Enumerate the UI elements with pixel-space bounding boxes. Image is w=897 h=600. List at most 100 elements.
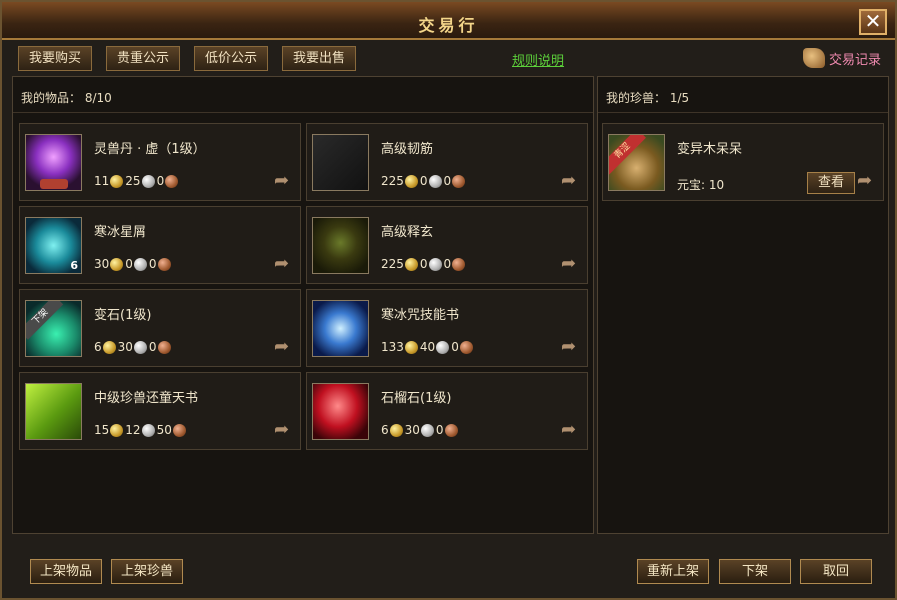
items-count: 8/10	[84, 91, 112, 105]
silver-coin-icon	[420, 423, 434, 437]
item-slot[interactable]: 寒冰咒技能书 133 40 0 ➦	[306, 289, 588, 367]
copper-coin-icon	[444, 423, 458, 437]
items-header: 我的物品： 8/10	[13, 77, 593, 113]
item-name: 中级珍兽还童天书	[94, 391, 199, 406]
dark-tile-icon	[312, 134, 369, 191]
share-arrow-icon[interactable]: ➦	[274, 172, 294, 190]
share-arrow-icon[interactable]: ➦	[274, 255, 294, 273]
copper-coin-icon	[452, 257, 466, 271]
share-arrow-icon[interactable]: ➦	[274, 421, 294, 439]
item-slot[interactable]: 下架 变石(1级) 6 30 0 ➦	[19, 289, 301, 367]
pets-header-label: 我的珍兽：	[606, 91, 667, 105]
item-name: 寒冰星屑	[94, 225, 147, 240]
gold-coin-icon	[110, 174, 124, 188]
trade-record-button[interactable]: 交易记录	[802, 48, 881, 68]
price-copper: 0	[451, 340, 459, 354]
silver-coin-icon	[133, 257, 147, 271]
retrieve-button[interactable]: 取回	[800, 559, 872, 584]
copper-coin-icon	[157, 257, 171, 271]
pets-count: 1/5	[669, 91, 690, 105]
tab-lowprice-notice[interactable]: 低价公示	[194, 46, 269, 71]
tab-sell[interactable]: 我要出售	[282, 46, 357, 71]
share-arrow-icon[interactable]: ➦	[274, 338, 294, 356]
golden-warrior-icon	[312, 217, 369, 274]
item-price: 225 0 0	[381, 174, 467, 188]
pet-price: 元宝: 10	[677, 176, 724, 193]
item-slot[interactable]: 石榴石(1级) 6 30 0 ➦	[306, 372, 588, 450]
crystal-ball-icon	[25, 134, 82, 191]
tab-buy[interactable]: 我要购买	[18, 46, 93, 71]
price-gold: 225	[381, 174, 404, 188]
item-slot[interactable]: 高级释玄 225 0 0 ➦	[306, 206, 588, 284]
item-name: 高级释玄	[381, 225, 434, 240]
gold-coin-icon	[404, 340, 418, 354]
item-name: 变石(1级)	[94, 308, 152, 323]
price-gold: 225	[381, 257, 404, 271]
silver-coin-icon	[436, 340, 450, 354]
item-price: 6 30 0	[94, 340, 173, 354]
price-copper: 0	[443, 174, 452, 188]
title-bar: 交易行 ✕	[2, 2, 895, 40]
scroll-icon	[802, 48, 825, 68]
price-silver: 30	[404, 423, 420, 437]
list-item-button[interactable]: 上架物品	[30, 559, 102, 584]
view-pet-button[interactable]: 查看	[807, 172, 855, 194]
item-slot[interactable]: 中级珍兽还童天书 15 12 50 ➦	[19, 372, 301, 450]
price-copper: 0	[443, 257, 452, 271]
silver-coin-icon	[428, 174, 442, 188]
price-silver: 0	[125, 257, 133, 271]
price-copper: 0	[435, 423, 444, 437]
price-gold: 30	[94, 257, 110, 271]
price-silver: 0	[419, 257, 428, 271]
delist-button[interactable]: 下架	[719, 559, 791, 584]
item-slot[interactable]: 灵兽丹 · 虚（1级） 11 25 0 ➦	[19, 123, 301, 201]
gold-coin-icon	[389, 423, 403, 437]
close-icon[interactable]: ✕	[859, 9, 887, 35]
item-name: 灵兽丹 · 虚（1级）	[94, 142, 206, 157]
price-gold: 6	[381, 423, 389, 437]
window-title: 交易行	[418, 16, 479, 35]
item-price: 133 40 0	[381, 340, 475, 354]
share-arrow-icon[interactable]: ➦	[561, 421, 581, 439]
share-arrow-icon[interactable]: ➦	[561, 338, 581, 356]
silver-coin-icon	[428, 257, 442, 271]
pets-header: 我的珍兽： 1/5	[598, 77, 888, 113]
item-quantity: 6	[70, 259, 78, 272]
red-stone-icon	[312, 383, 369, 440]
price-copper: 50	[156, 423, 172, 437]
price-gold: 133	[381, 340, 404, 354]
yuanbao-value: 10	[708, 178, 725, 192]
copper-coin-icon	[459, 340, 473, 354]
tree-pet-icon: 青涩	[608, 134, 665, 191]
silver-coin-icon	[141, 423, 155, 437]
copper-coin-icon	[172, 423, 186, 437]
item-price: 6 30 0	[381, 423, 460, 437]
share-arrow-icon[interactable]: ➦	[561, 172, 581, 190]
item-slot[interactable]: 6 寒冰星屑 30 0 0 ➦	[19, 206, 301, 284]
relist-button[interactable]: 重新上架	[637, 559, 709, 584]
copper-coin-icon	[157, 340, 171, 354]
gold-coin-icon	[110, 423, 124, 437]
ice-shards-icon: 6	[25, 217, 82, 274]
ice-claw-book-icon	[312, 300, 369, 357]
tab-valuable-notice[interactable]: 贵重公示	[106, 46, 181, 71]
price-gold: 11	[94, 174, 110, 188]
price-gold: 15	[94, 423, 110, 437]
gold-coin-icon	[404, 174, 418, 188]
price-silver: 40	[419, 340, 436, 354]
list-pet-button[interactable]: 上架珍兽	[111, 559, 183, 584]
yuanbao-label: 元宝:	[677, 178, 706, 192]
pet-slot[interactable]: 青涩 变异木呆呆 元宝: 10 查看 ➦	[602, 123, 884, 201]
item-name: 高级韧筋	[381, 142, 434, 157]
items-header-label: 我的物品：	[21, 91, 82, 105]
price-gold: 6	[94, 340, 102, 354]
items-panel: 我的物品： 8/10 灵兽丹 · 虚（1级） 11 25 0 ➦ 高级韧筋 22…	[12, 76, 594, 534]
rules-link[interactable]: 规则说明	[512, 50, 564, 69]
share-arrow-icon[interactable]: ➦	[857, 172, 877, 190]
share-arrow-icon[interactable]: ➦	[561, 255, 581, 273]
item-slot[interactable]: 高级韧筋 225 0 0 ➦	[306, 123, 588, 201]
silver-coin-icon	[133, 340, 147, 354]
item-name: 石榴石(1级)	[381, 391, 452, 406]
price-copper: 0	[148, 257, 157, 271]
silver-coin-icon	[141, 174, 155, 188]
